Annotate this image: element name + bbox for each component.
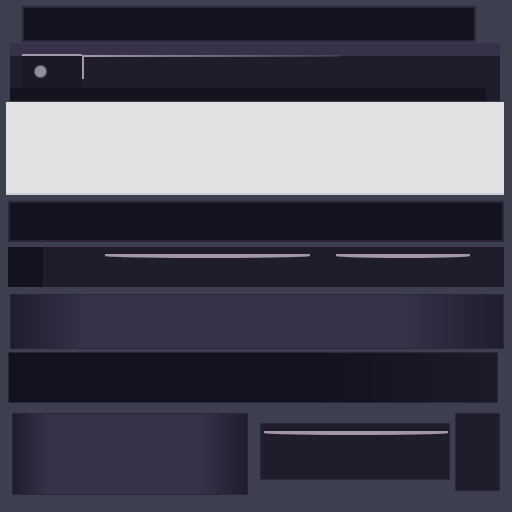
title-bar	[22, 6, 476, 42]
bottom-left-panel	[12, 413, 248, 495]
toolbar-shadow	[10, 88, 486, 101]
address-bar[interactable]	[8, 201, 504, 242]
control-square-button[interactable]	[8, 247, 43, 287]
gradient-panel	[10, 294, 504, 349]
dark-panel	[8, 352, 498, 403]
content-panel	[6, 102, 504, 195]
record-dot-icon[interactable]	[34, 65, 47, 78]
tab-edge-line	[84, 55, 340, 57]
tab-active[interactable]	[22, 54, 82, 90]
tab-divider	[82, 55, 84, 79]
slider-1[interactable]	[105, 254, 310, 258]
slider-2[interactable]	[336, 254, 470, 258]
bottom-right-panel[interactable]	[455, 413, 500, 491]
bottom-mid-indicator	[264, 431, 448, 435]
control-row	[8, 247, 504, 287]
